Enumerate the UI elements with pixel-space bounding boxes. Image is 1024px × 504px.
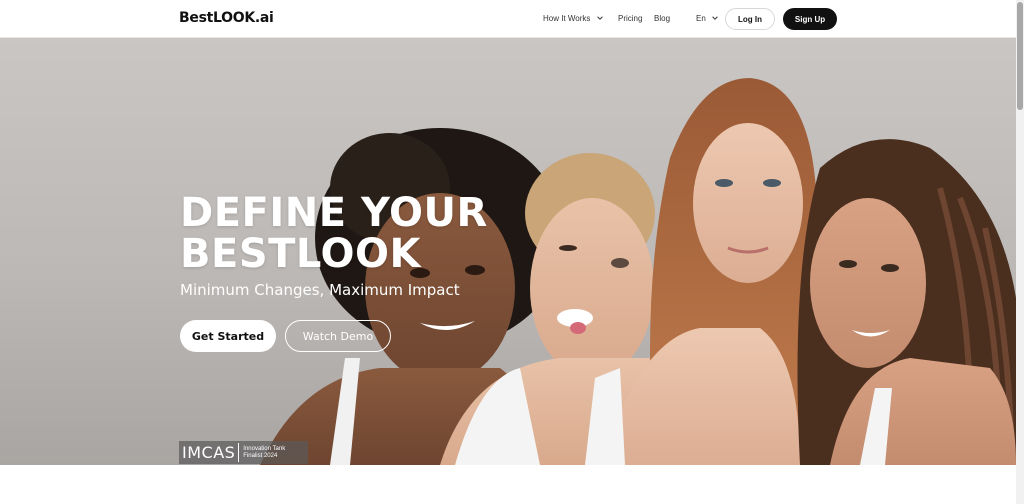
nav-how-it-works-label: How It Works <box>543 14 591 23</box>
chevron-down-icon <box>711 14 719 22</box>
language-selector[interactable]: En <box>696 14 719 23</box>
hero-headline-line1: DEFINE YOUR <box>180 190 488 236</box>
watch-demo-button[interactable]: Watch Demo <box>285 320 391 352</box>
chevron-down-icon <box>596 14 604 22</box>
imcas-badge-text: Innovation Tank Finalist 2024 <box>239 446 285 460</box>
hero-photo <box>260 78 1016 465</box>
imcas-finalist-badge: IMCAS Innovation Tank Finalist 2024 <box>179 441 308 464</box>
login-button[interactable]: Log In <box>725 8 775 30</box>
imcas-badge-line1: Innovation Tank <box>243 445 286 452</box>
nav-blog[interactable]: Blog <box>654 14 670 23</box>
get-started-button[interactable]: Get Started <box>180 320 276 352</box>
nav-pricing[interactable]: Pricing <box>618 14 642 23</box>
language-label: En <box>696 14 706 23</box>
signup-button[interactable]: Sign Up <box>783 8 837 30</box>
scrollbar-thumb[interactable] <box>1017 2 1023 110</box>
hero-headline-line2: BESTLOOK <box>180 231 421 277</box>
page-scrollbar[interactable] <box>1016 0 1024 504</box>
brand-logo[interactable]: BestLOOK.ai <box>179 10 274 26</box>
imcas-logo: IMCAS <box>179 443 240 462</box>
nav-how-it-works[interactable]: How It Works <box>543 14 604 23</box>
hero-headline: DEFINE YOUR BESTLOOK <box>180 193 488 275</box>
top-navbar: BestLOOK.ai How It Works Pricing Blog En… <box>0 0 1016 38</box>
hero-section: DEFINE YOUR BESTLOOK Minimum Changes, Ma… <box>0 38 1016 465</box>
hero-subheadline: Minimum Changes, Maximum Impact <box>180 281 460 299</box>
imcas-badge-line2: Finalist 2024 <box>243 452 278 459</box>
